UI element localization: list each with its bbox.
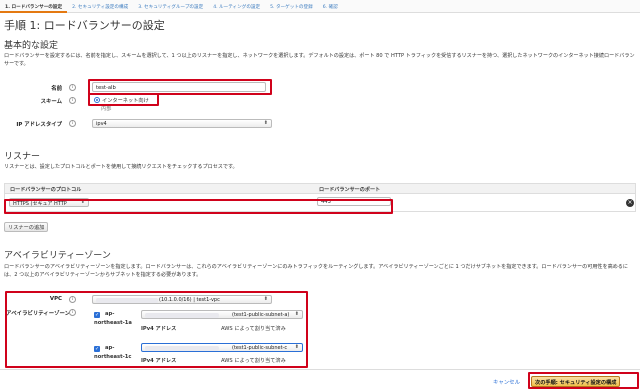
ip-address-type-select[interactable]: ipv4 ⬍ (92, 119, 272, 128)
scheme-info-icon[interactable]: i (69, 97, 76, 104)
basic-settings-description: ロードバランサーを設定するには、名前を指定し、スキームを選択して、1 つ以上のリ… (4, 53, 635, 67)
tab-review[interactable]: 6. 確認 (318, 0, 343, 13)
ip-address-type-info-icon[interactable]: i (69, 120, 76, 127)
tab-load-balancer-settings[interactable]: 1. ロードバランサーの設定 (0, 0, 68, 13)
add-listener-button[interactable]: リスナーの追加 (4, 222, 49, 232)
availability-zones-heading: アベイラビリティーゾーン (4, 251, 111, 261)
availability-zones-description: ロードバランサーのアベイラビリティーゾーンを指定します。ロードバランサーは、これ… (4, 264, 628, 278)
tab-register-targets[interactable]: 5. ターゲットの登録 (265, 0, 318, 13)
port-column-header: ロードバランサーのポート (319, 187, 381, 193)
scheme-highlight (88, 93, 159, 106)
listeners-description: リスナーとは、設定したプロトコルとポートを使用して接続リクエストをチェックするプ… (4, 164, 238, 170)
listeners-heading: リスナー (4, 152, 41, 162)
scheme-internal-label[interactable]: 内部 (101, 105, 111, 112)
tab-security-settings[interactable]: 2. セキュリティ設定の構成 (67, 0, 133, 13)
remove-listener-icon[interactable]: × (626, 199, 634, 207)
scheme-label: スキーム (40, 99, 62, 105)
listener-highlight (4, 199, 393, 214)
basic-settings-heading: 基本的な設定 (4, 41, 59, 51)
name-label: 名前 (51, 86, 62, 92)
ip-address-type-label: IP アドレスタイプ (16, 122, 62, 128)
cancel-link[interactable]: キャンセル (493, 378, 520, 386)
ip-address-type-value: ipv4 (96, 121, 107, 127)
availability-zones-highlight (5, 291, 308, 368)
select-arrow-icon: ⬍ (263, 120, 268, 126)
wizard-steps: 1. ロードバランサーの設定 2. セキュリティ設定の構成 3. セキュリティグ… (0, 0, 640, 13)
page-title: 手順 1: ロードバランサーの設定 (4, 19, 165, 32)
tab-security-groups[interactable]: 3. セキュリティグループの設定 (133, 0, 208, 13)
name-info-icon[interactable]: i (69, 84, 76, 91)
listeners-table-header: ロードバランサーのプロトコル ロードバランサーのポート (4, 183, 636, 194)
tab-routing[interactable]: 4. ルーティングの設定 (208, 0, 265, 13)
next-step-highlight (528, 372, 639, 389)
protocol-column-header: ロードバランサーのプロトコル (10, 187, 82, 193)
